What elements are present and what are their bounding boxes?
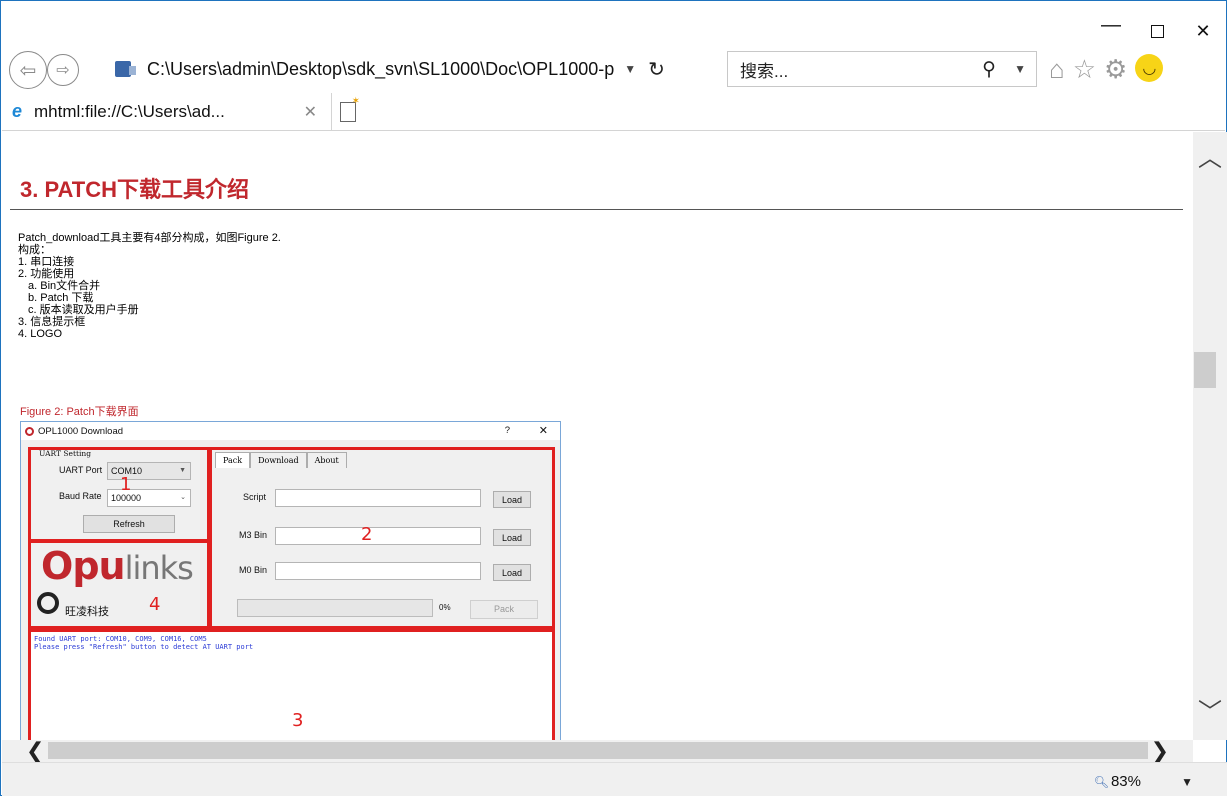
logo-ring-icon <box>37 592 59 614</box>
vertical-scroll-thumb[interactable] <box>1194 352 1216 388</box>
settings-gear-icon[interactable]: ⚙ <box>1104 54 1127 85</box>
m0-bin-field <box>275 562 481 580</box>
logo-pu: pu <box>72 544 125 588</box>
scroll-left-icon[interactable]: ❮ <box>26 738 44 764</box>
pack-button: Pack <box>470 600 538 619</box>
page-content: 3. PATCH下载工具介绍 Patch_download工具主要有4部分构成，… <box>2 132 1193 740</box>
feedback-smiley-icon[interactable]: ◡ <box>1135 54 1164 82</box>
log-line: Please press "Refresh" button to detect … <box>34 643 254 651</box>
opulinks-logo: Opulinks <box>41 544 194 588</box>
search-dropdown-icon[interactable]: ▼ <box>1014 62 1026 76</box>
callout-number-1: 1 <box>120 474 132 495</box>
load-m0-button: Load <box>493 564 531 581</box>
callout-number-2: 2 <box>361 524 373 545</box>
progress-percent: 0% <box>439 603 451 612</box>
uart-port-label: UART Port <box>59 465 103 475</box>
uart-group-label: UART Setting <box>39 449 92 458</box>
list-item: c. 版本读取及用户手册 <box>28 304 139 316</box>
list-item: 4. LOGO <box>18 328 63 340</box>
figure-caption: Figure 2: Patch下载界面 <box>20 406 139 418</box>
search-input[interactable]: 搜索... <box>740 57 788 82</box>
navigation-bar: ⇦ ⇨ C:\Users\admin\Desktop\sdk_svn\SL100… <box>9 51 1218 91</box>
scroll-down-icon[interactable]: ﹀ <box>1193 692 1227 726</box>
minimize-button[interactable]: — <box>1088 9 1134 41</box>
load-m3-button: Load <box>493 529 531 546</box>
list-item: a. Bin文件合并 <box>28 280 101 292</box>
callout-number-3: 3 <box>292 710 304 731</box>
address-text[interactable]: C:\Users\admin\Desktop\sdk_svn\SL1000\Do… <box>147 59 614 80</box>
script-label: Script <box>243 492 267 502</box>
forward-arrow-icon: ⇨ <box>56 62 70 79</box>
back-arrow-icon: ⇦ <box>19 59 37 82</box>
browser-window: — ✕ ⇦ ⇨ C:\Users\admin\Desktop\sdk_svn\S… <box>0 0 1227 796</box>
close-window-button[interactable]: ✕ <box>1180 15 1226 47</box>
search-box[interactable]: 搜索... ⚲ ▼ <box>727 51 1037 87</box>
status-bar: 🔍︎ 83% ▼ <box>2 762 1227 796</box>
forward-button[interactable]: ⇨ <box>47 54 79 86</box>
list-item: 3. 信息提示框 <box>18 316 86 328</box>
vertical-scrollbar[interactable]: ︿ ﹀ <box>1193 132 1227 740</box>
app-close-icon: ✕ <box>538 425 548 437</box>
tab-pack: Pack <box>215 452 251 468</box>
document-icon <box>115 61 136 77</box>
tab-about: About <box>306 452 347 468</box>
new-tab-button[interactable] <box>340 96 360 122</box>
address-bar[interactable]: C:\Users\admin\Desktop\sdk_svn\SL1000\Do… <box>115 52 726 86</box>
callout-number-4: 4 <box>149 594 161 615</box>
progress-bar <box>237 599 433 617</box>
intro-text: Patch_download工具主要有4部分构成，如图Figure 2. 构成：… <box>18 232 281 340</box>
home-icon[interactable]: ⌂ <box>1049 54 1065 85</box>
app-logo-icon <box>25 426 34 436</box>
chevron-down-icon: ▼ <box>179 467 186 474</box>
horizontal-scroll-thumb[interactable] <box>48 742 1148 759</box>
toolbar-icons: ⌂ ☆ ⚙ ◡ <box>1049 54 1164 85</box>
m3-bin-label: M3 Bin <box>239 530 268 540</box>
search-icon[interactable]: ⚲ <box>982 58 996 81</box>
zoom-level[interactable]: 🔍︎ 83% <box>1094 773 1141 790</box>
baud-rate-label: Baud Rate <box>59 491 102 501</box>
tab-close-icon[interactable]: ✕ <box>304 102 317 122</box>
refresh-icon[interactable]: ↻ <box>648 57 665 82</box>
maximize-icon <box>1150 24 1164 38</box>
window-caption-buttons: — ✕ <box>1088 14 1226 47</box>
ie-logo-icon: e <box>12 101 23 121</box>
chevron-down-icon: ⌄ <box>180 494 186 501</box>
composition-label: 构成： <box>18 244 51 256</box>
m3-bin-field <box>275 527 481 545</box>
zoom-dropdown-icon[interactable]: ▼ <box>1181 775 1193 789</box>
script-field <box>275 489 481 507</box>
tab-strip: e mhtml:file://C:\Users\ad... ✕ <box>2 93 1225 131</box>
refresh-button: Refresh <box>83 515 175 533</box>
heading-divider <box>10 209 1183 210</box>
zoom-icon: 🔍︎ <box>1093 775 1109 789</box>
logo-o: O <box>41 544 73 588</box>
logo-links: links <box>124 549 194 587</box>
maximize-button[interactable] <box>1134 15 1180 47</box>
logo-chinese-text: 旺凌科技 <box>65 606 109 618</box>
browser-tab[interactable]: e mhtml:file://C:\Users\ad... ✕ <box>2 93 332 130</box>
favorites-star-icon[interactable]: ☆ <box>1073 54 1096 85</box>
app-title-bar: OPL1000 Download ? ✕ <box>21 422 560 440</box>
scroll-right-icon[interactable]: ❯ <box>1151 738 1169 764</box>
log-line: Found UART port: COM10, COM9, COM16, COM… <box>34 635 207 643</box>
list-item: b. Patch 下载 <box>28 292 94 304</box>
section-heading: 3. PATCH下载工具介绍 <box>20 177 249 202</box>
help-icon: ? <box>504 425 510 436</box>
app-screenshot: OPL1000 Download ? ✕ UART Setting UART P… <box>20 421 561 740</box>
intro-paragraph: Patch_download工具主要有4部分构成，如图Figure 2. <box>18 232 281 244</box>
horizontal-scrollbar[interactable]: ❮ ❯ <box>2 738 1193 764</box>
scroll-up-icon[interactable]: ︿ <box>1193 138 1227 172</box>
list-item: 1. 串口连接 <box>18 256 75 268</box>
address-dropdown-icon[interactable]: ▼ <box>624 62 636 76</box>
tab-title: mhtml:file://C:\Users\ad... <box>34 101 225 121</box>
tab-download: Download <box>250 452 307 468</box>
m0-bin-label: M0 Bin <box>239 565 268 575</box>
app-tabs: Pack Download About <box>215 452 347 468</box>
back-button[interactable]: ⇦ <box>9 51 47 89</box>
load-script-button: Load <box>493 491 531 508</box>
list-item: 2. 功能使用 <box>18 268 75 280</box>
app-title: OPL1000 Download <box>38 425 124 437</box>
